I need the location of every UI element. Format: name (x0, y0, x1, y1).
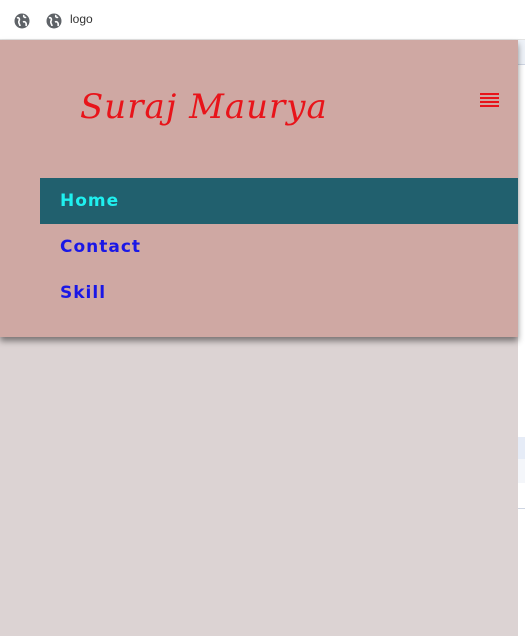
globe-icon[interactable] (14, 13, 30, 29)
browser-toolbar: logo (0, 0, 525, 40)
tab-title[interactable]: logo (70, 12, 93, 26)
nav-item-home[interactable]: Home (40, 178, 518, 224)
nav-item-contact[interactable]: Contact (40, 224, 518, 270)
header-panel: Suraj Maurya Home Contact Skill (0, 40, 518, 337)
nav-item-skill[interactable]: Skill (40, 270, 518, 316)
logo[interactable]: Suraj Maurya (80, 87, 328, 127)
globe-icon (46, 13, 62, 29)
scrollbar-edge (518, 40, 525, 636)
main-nav: Home Contact Skill (40, 178, 518, 316)
hamburger-menu-icon[interactable] (480, 93, 499, 109)
